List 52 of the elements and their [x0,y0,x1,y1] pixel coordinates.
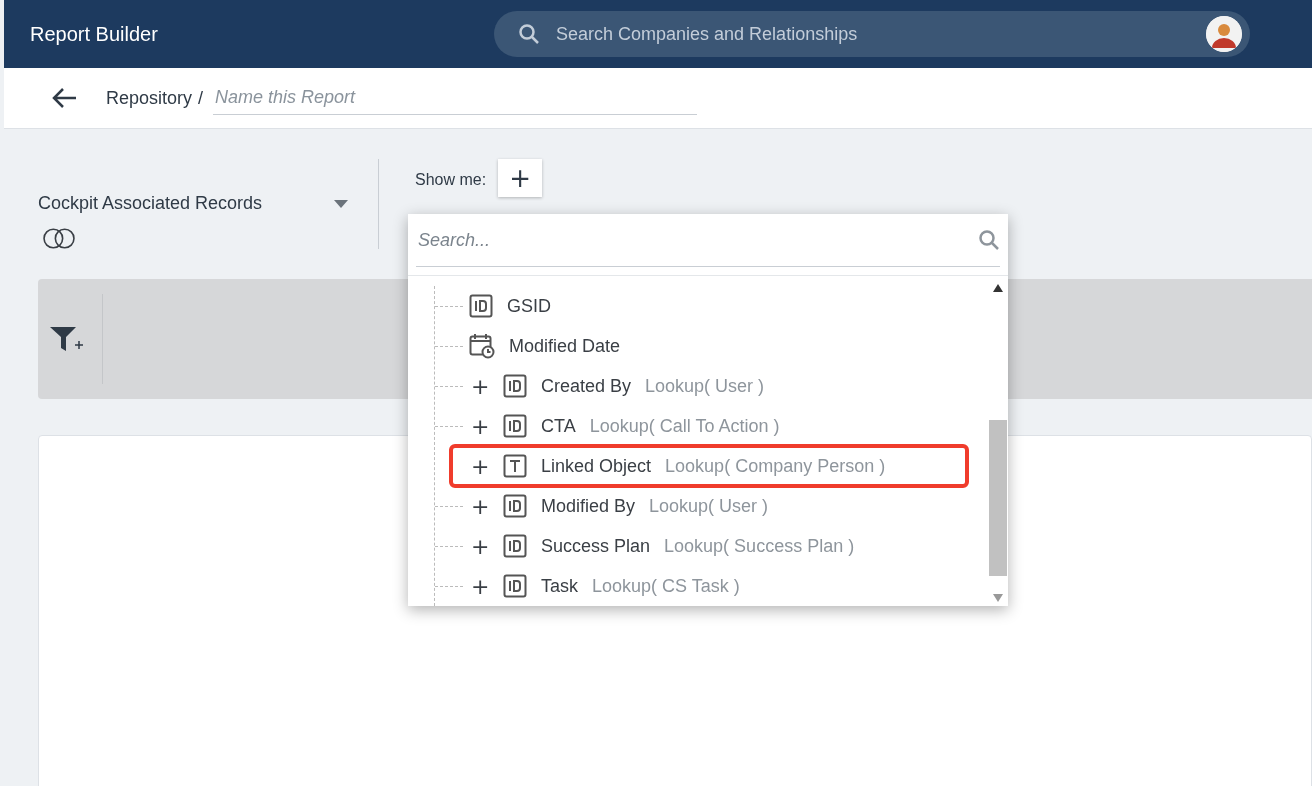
tree-row[interactable]: + CTA Lookup( Call To Action ) [435,406,988,446]
field-label: Task [541,575,578,597]
expand-button[interactable]: + [471,573,489,599]
expand-button[interactable]: + [471,453,489,479]
field-type: Lookup( CS Task ) [592,575,740,597]
id-field-icon [469,294,493,318]
field-label: Modified By [541,495,636,517]
highlighted-tree-row[interactable]: + Linked Object Lookup( Company Person ) [451,446,967,486]
expand-button[interactable]: + [471,533,489,559]
search-icon [518,23,540,45]
tree-row[interactable]: + Modified By Lookup( User ) [435,486,988,526]
tree-row[interactable]: + Success Plan Lookup( Success Plan ) [435,526,988,566]
tree-row[interactable]: + Created By Lookup( User ) [435,366,988,406]
field-type: Lookup( Company Person ) [665,455,886,477]
text-field-icon [503,454,527,478]
expand-button[interactable]: + [471,493,489,519]
field-label: CTA [541,415,576,437]
caret-icon[interactable] [334,199,348,208]
tree-row[interactable]: + Task Lookup( CS Task ) [435,566,988,606]
breadcrumb-separator: / [198,87,204,109]
field-label: Modified Date [509,335,621,357]
app-title: Report Builder [30,22,159,46]
id-field-icon [503,534,527,558]
id-field-icon [503,494,527,518]
back-arrow-icon[interactable] [52,87,78,109]
field-label: GSID [507,295,551,317]
field-label: Created By [541,375,632,397]
id-field-icon [503,374,527,398]
search-icon [978,229,1000,251]
field-type: Lookup( User ) [649,495,769,517]
scroll-up-icon[interactable] [993,284,1003,292]
id-field-icon [503,414,527,438]
field-type: Lookup( User ) [645,375,765,397]
add-filter-icon[interactable] [50,326,84,352]
source-object-dropdown[interactable]: Cockpit Associated Records [38,193,263,214]
tree-row[interactable]: Modified Date [435,326,988,366]
field-type: Lookup( Call To Action ) [589,415,780,437]
field-label: Success Plan [541,535,651,557]
tree-row[interactable]: GSID [435,286,988,326]
expand-button[interactable]: + [471,413,489,439]
scroll-down-icon[interactable] [993,594,1003,602]
field-label: Linked Object [541,455,652,477]
global-search-bar[interactable]: Search Companies and Relationships [494,11,1250,57]
global-search-field[interactable]: Search Companies and Relationships [554,22,1190,46]
calendar-clock-icon [469,333,495,359]
field-search-bar[interactable]: Search... [416,214,1000,267]
breadcrumb-link[interactable]: Repository [106,87,193,109]
show-me-label: Show me: [415,171,487,189]
field-type: Lookup( Success Plan ) [664,535,855,557]
expand-button[interactable]: + [471,373,489,399]
id-field-icon [503,574,527,598]
add-field-button[interactable]: + [498,159,543,197]
